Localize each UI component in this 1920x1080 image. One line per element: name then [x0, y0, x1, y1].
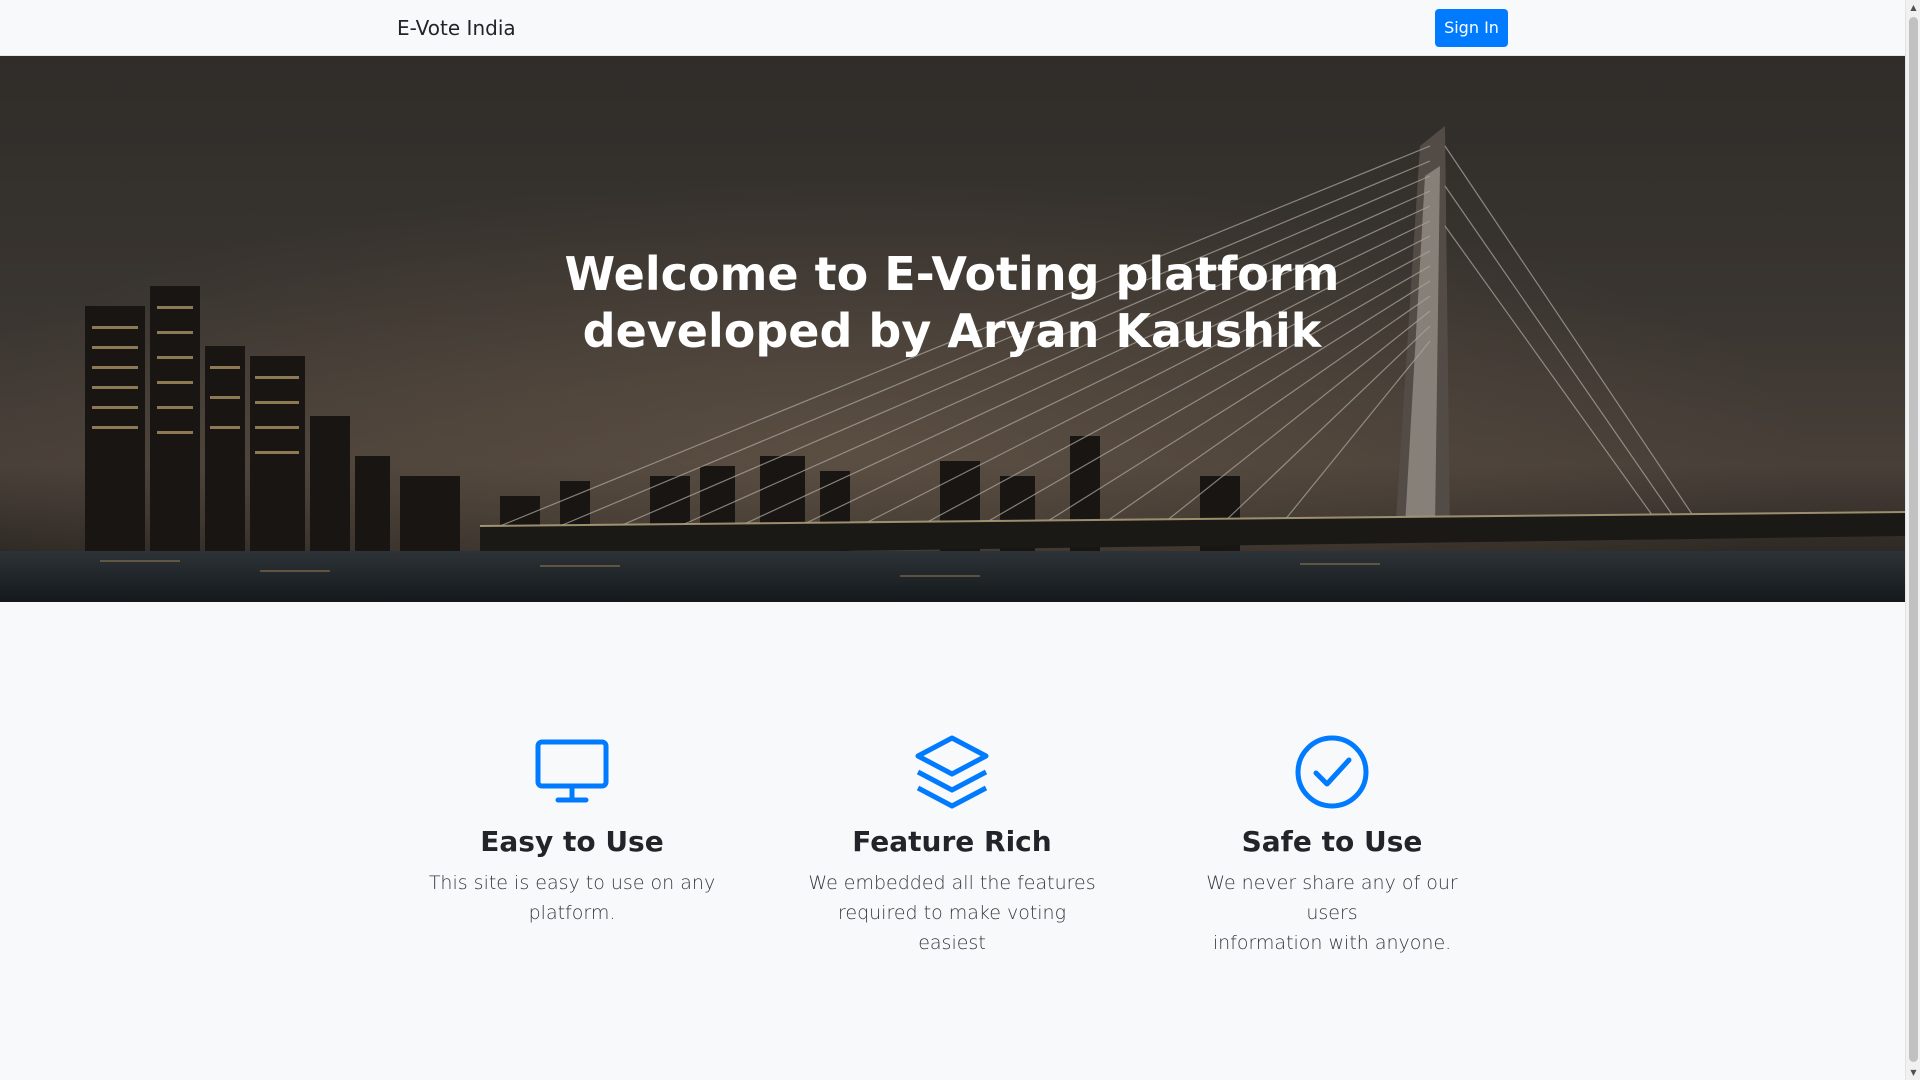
feature-description-line2: information with anyone.	[1212, 932, 1452, 954]
page: E-Vote India Sign In Welcome to E-Voting…	[0, 0, 1905, 1080]
hero-title-line1: Welcome to E-Voting platform	[564, 247, 1340, 301]
feature-description-line2: platform.	[528, 902, 616, 924]
scroll-down-arrow-icon[interactable]: ▼	[1906, 1065, 1920, 1080]
feature-feature-rich: Feature Rich We embedded all the feature…	[802, 732, 1102, 958]
feature-heading: Feature Rich	[852, 825, 1052, 858]
scroll-up-arrow-icon[interactable]: ▲	[1906, 0, 1920, 15]
feature-description: We embedded all the features required to…	[802, 868, 1102, 958]
check-circle-icon	[1295, 735, 1369, 809]
features-section: Easy to Use This site is easy to use on …	[0, 602, 1905, 1080]
hero-title: Welcome to E-Voting platform developed b…	[552, 246, 1352, 360]
feature-description-line1: We embedded all the features	[808, 872, 1096, 894]
vertical-scrollbar[interactable]: ▲ ▼	[1905, 0, 1920, 1080]
sign-in-button[interactable]: Sign In	[1435, 9, 1508, 47]
feature-description-line1: This site is easy to use on any	[428, 872, 716, 894]
desktop-icon	[535, 739, 609, 803]
hero-section: Welcome to E-Voting platform developed b…	[0, 56, 1905, 602]
scrollbar-thumb[interactable]	[1909, 17, 1918, 1062]
feature-description-line2: required to make voting easiest	[837, 902, 1066, 954]
feature-description: We never share any of our users informat…	[1182, 868, 1482, 958]
layers-icon	[915, 735, 989, 809]
feature-heading: Easy to Use	[480, 825, 664, 858]
feature-safe-to-use: Safe to Use We never share any of our us…	[1182, 732, 1482, 958]
hero-title-line2: developed by Aryan Kaushik	[582, 304, 1322, 358]
feature-description: This site is easy to use on any platform…	[422, 868, 722, 928]
navbar: E-Vote India Sign In	[0, 0, 1905, 56]
feature-heading: Safe to Use	[1241, 825, 1423, 858]
feature-description-line1: We never share any of our users	[1206, 872, 1458, 924]
brand-link[interactable]: E-Vote India	[397, 15, 516, 41]
feature-easy-to-use: Easy to Use This site is easy to use on …	[422, 732, 722, 928]
